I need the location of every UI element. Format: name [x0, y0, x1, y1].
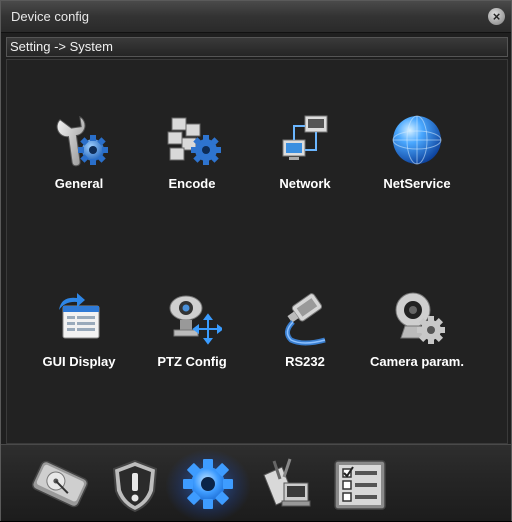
ptz-camera-icon — [169, 295, 222, 345]
gui-display-label: GUI Display — [42, 354, 116, 369]
bottom-toolbar — [1, 444, 511, 522]
gui-display-icon — [59, 293, 100, 339]
settings-grid: General Encode Network NetService GUI Di… — [6, 59, 508, 444]
breadcrumb-bar: Setting -> System — [6, 37, 508, 57]
hard-disk-icon — [31, 460, 89, 508]
ptz-config-button[interactable]: PTZ Config — [132, 288, 252, 369]
camera-param-label: Camera param. — [370, 354, 464, 369]
encode-label: Encode — [168, 176, 216, 191]
netservice-button[interactable]: NetService — [357, 110, 477, 191]
network-button[interactable]: Network — [245, 110, 365, 191]
info-button[interactable] — [329, 453, 391, 515]
rs232-label: RS232 — [285, 354, 325, 369]
device-config-window: Device config × Setting -> System Genera… — [0, 0, 512, 522]
wrench-gear-icon — [56, 115, 108, 167]
gui-display-button[interactable]: GUI Display — [19, 288, 139, 369]
window-title: Device config — [11, 9, 90, 24]
storage-button[interactable] — [29, 453, 91, 515]
alarm-shield-icon — [112, 459, 158, 513]
alarm-button[interactable] — [104, 453, 166, 515]
blocks-gear-icon — [167, 117, 221, 165]
netservice-label: NetService — [383, 176, 451, 191]
info-checklist-icon — [334, 460, 386, 510]
management-button[interactable] — [254, 453, 316, 515]
encode-button[interactable]: Encode — [132, 110, 252, 191]
system-button[interactable] — [177, 453, 239, 515]
system-gear-icon — [183, 459, 233, 509]
serial-cable-icon — [285, 293, 326, 346]
globe-icon — [392, 115, 442, 165]
general-button[interactable]: General — [19, 110, 139, 191]
title-bar: Device config × — [1, 1, 511, 33]
close-icon[interactable]: × — [488, 8, 505, 25]
management-tools-icon — [263, 458, 311, 507]
rs232-button[interactable]: RS232 — [245, 288, 365, 369]
breadcrumb: Setting -> System — [10, 39, 113, 54]
network-computers-icon — [282, 115, 328, 160]
ptz-config-label: PTZ Config — [157, 354, 227, 369]
general-label: General — [54, 176, 104, 191]
network-label: Network — [279, 176, 331, 191]
webcam-gear-icon — [395, 292, 445, 344]
camera-param-button[interactable]: Camera param. — [357, 288, 477, 369]
